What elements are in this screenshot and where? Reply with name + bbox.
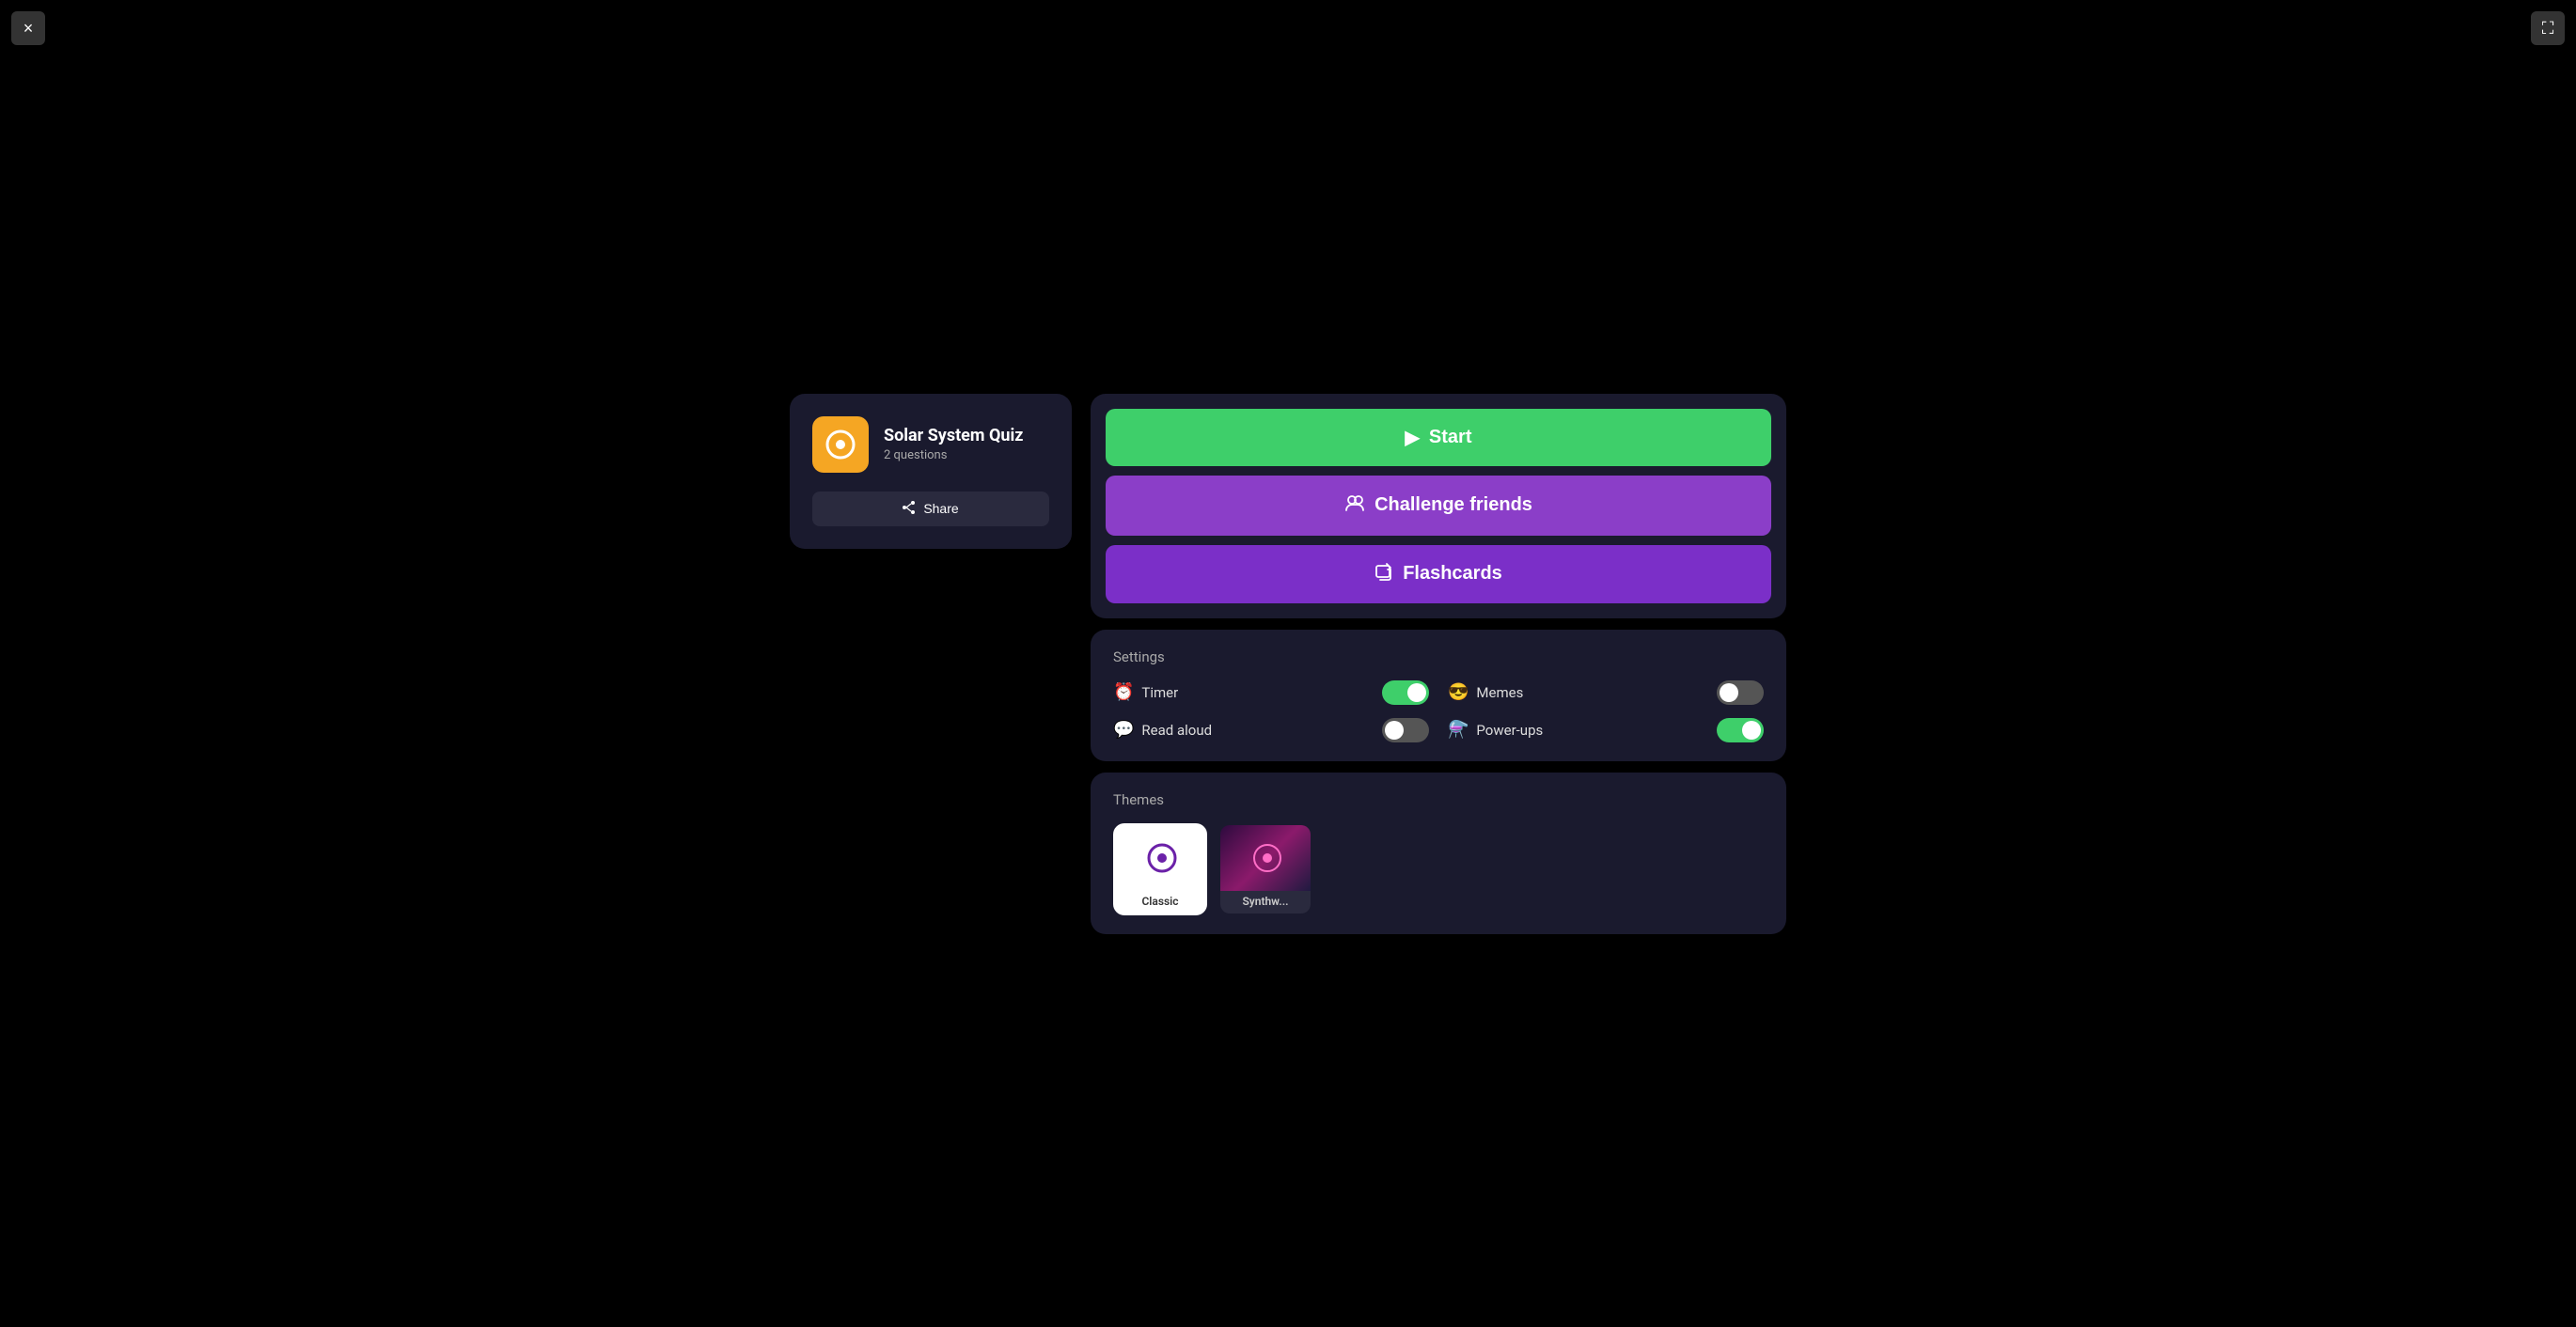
- settings-grid: ⏰ Timer 😎 Memes: [1113, 680, 1764, 742]
- play-icon: ▶: [1406, 426, 1420, 449]
- theme-classic[interactable]: Classic: [1113, 823, 1207, 915]
- settings-panel: Settings ⏰ Timer 😎: [1091, 630, 1786, 761]
- themes-grid: Classic Synthw...: [1113, 823, 1764, 915]
- memes-label: Memes: [1476, 684, 1523, 701]
- timer-label: Timer: [1141, 684, 1178, 701]
- quiz-info: Solar System Quiz 2 questions: [884, 426, 1023, 462]
- share-button[interactable]: Share: [812, 492, 1049, 526]
- theme-classic-label: Classic: [1115, 891, 1205, 913]
- challenge-icon: [1344, 492, 1365, 519]
- share-icon: [903, 501, 916, 517]
- settings-title: Settings: [1113, 648, 1764, 665]
- powerups-setting: ⚗️ Power-ups: [1448, 718, 1764, 742]
- read-aloud-label: Read aloud: [1141, 722, 1212, 739]
- memes-toggle[interactable]: [1717, 680, 1764, 705]
- read-aloud-label-group: 💬 Read aloud: [1113, 720, 1212, 740]
- quiz-icon: [812, 416, 869, 473]
- powerups-toggle[interactable]: [1717, 718, 1764, 742]
- themes-title: Themes: [1113, 791, 1764, 808]
- start-label: Start: [1429, 427, 1472, 448]
- challenge-friends-button[interactable]: Challenge friends: [1106, 476, 1771, 536]
- theme-classic-preview: [1115, 825, 1207, 891]
- action-buttons-panel: ▶ Start Challenge friends: [1091, 394, 1786, 618]
- timer-setting: ⏰ Timer: [1113, 680, 1429, 705]
- powerups-label: Power-ups: [1476, 722, 1543, 739]
- themes-panel: Themes Classic: [1091, 773, 1786, 934]
- timer-icon: ⏰: [1113, 682, 1134, 702]
- flashcards-button[interactable]: Flashcards: [1106, 545, 1771, 603]
- memes-label-group: 😎 Memes: [1448, 682, 1523, 702]
- main-layout: Solar System Quiz 2 questions Share: [771, 356, 1805, 972]
- powerups-icon: ⚗️: [1448, 720, 1469, 740]
- timer-label-group: ⏰ Timer: [1113, 682, 1178, 702]
- read-aloud-toggle[interactable]: [1382, 718, 1429, 742]
- challenge-label: Challenge friends: [1374, 494, 1532, 516]
- left-panel: Solar System Quiz 2 questions Share: [790, 394, 1072, 549]
- flashcards-icon: [1374, 562, 1393, 586]
- flashcards-label: Flashcards: [1403, 563, 1502, 585]
- read-aloud-icon: 💬: [1113, 720, 1134, 740]
- read-aloud-setting: 💬 Read aloud: [1113, 718, 1429, 742]
- memes-slider: [1717, 680, 1764, 705]
- theme-synthwave-preview: [1220, 825, 1312, 891]
- memes-setting: 😎 Memes: [1448, 680, 1764, 705]
- right-panel: ▶ Start Challenge friends: [1091, 394, 1786, 934]
- timer-toggle[interactable]: [1382, 680, 1429, 705]
- powerups-label-group: ⚗️ Power-ups: [1448, 720, 1543, 740]
- theme-synthwave-label: Synthw...: [1220, 891, 1311, 913]
- start-button[interactable]: ▶ Start: [1106, 409, 1771, 466]
- quiz-title: Solar System Quiz: [884, 426, 1023, 445]
- read-aloud-slider: [1382, 718, 1429, 742]
- quiz-subtitle: 2 questions: [884, 448, 1023, 462]
- fullscreen-button[interactable]: ⛶: [2531, 11, 2565, 45]
- powerups-slider: [1717, 718, 1764, 742]
- theme-synthwave[interactable]: Synthw...: [1218, 823, 1312, 915]
- close-button[interactable]: ×: [11, 11, 45, 45]
- quiz-header: Solar System Quiz 2 questions: [812, 416, 1049, 473]
- memes-icon: 😎: [1448, 682, 1469, 702]
- share-label: Share: [923, 501, 958, 516]
- timer-slider: [1382, 680, 1429, 705]
